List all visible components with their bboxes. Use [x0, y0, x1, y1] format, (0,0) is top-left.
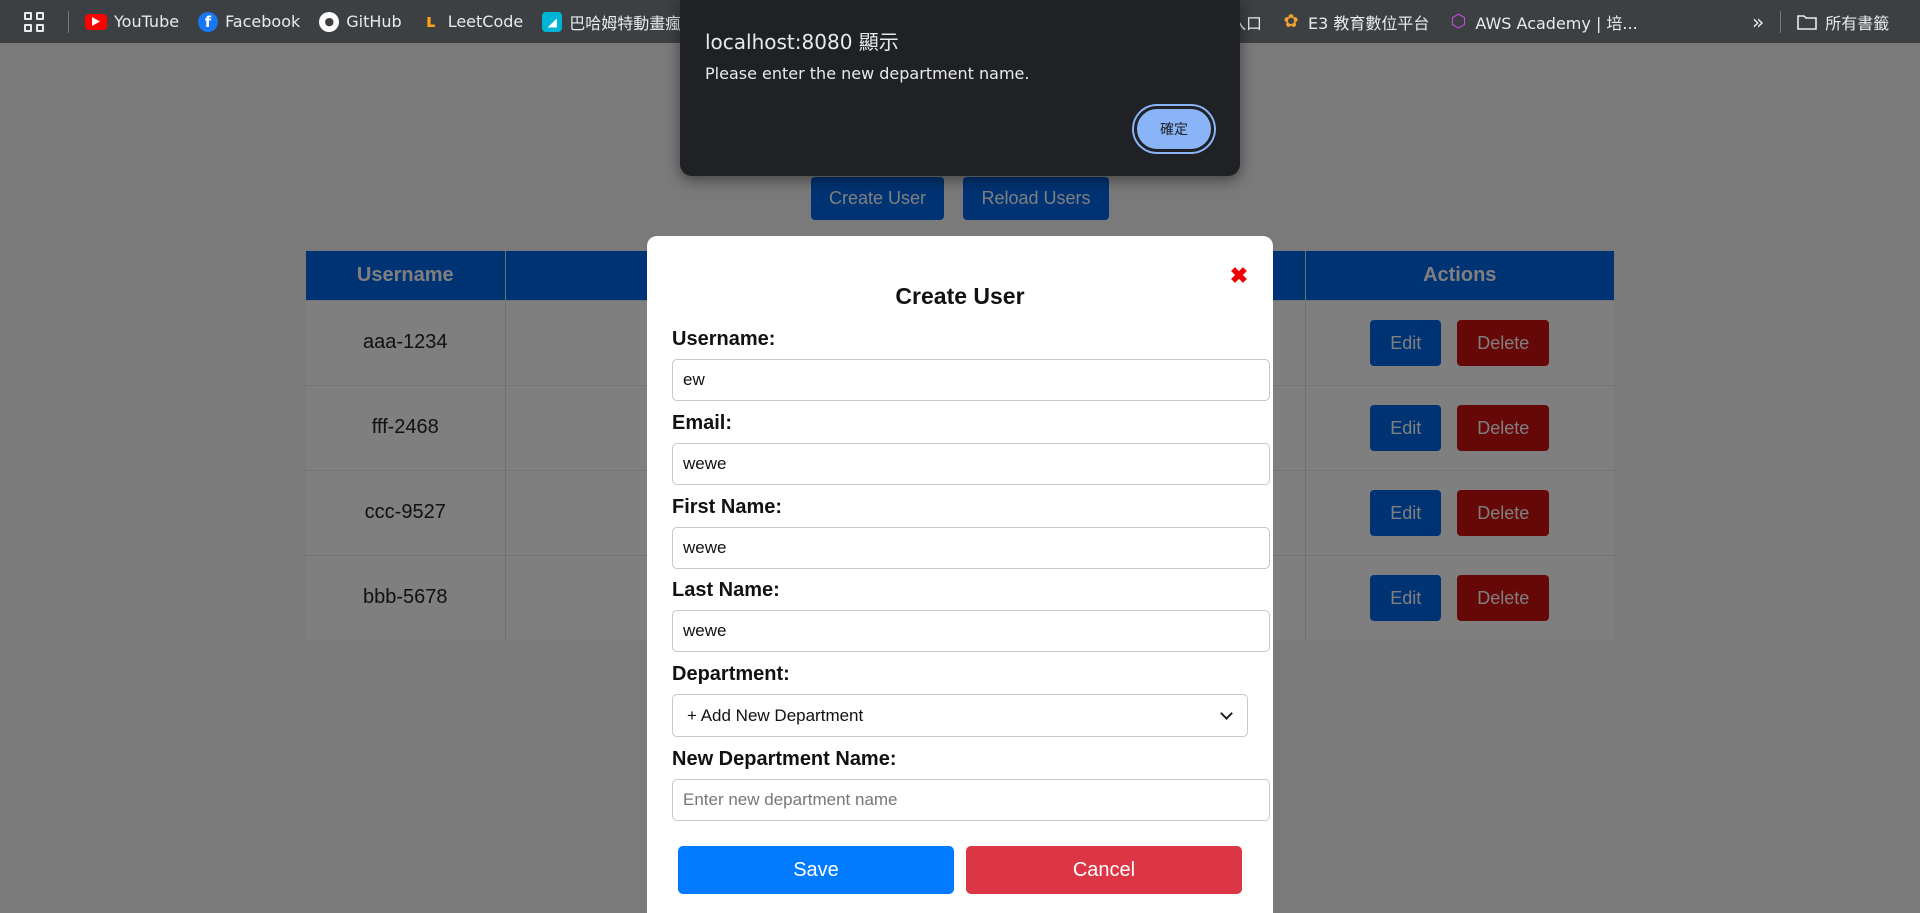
- all-bookmarks-label: 所有書籤: [1825, 13, 1890, 33]
- bookmark-label: E3 教育數位平台: [1308, 13, 1430, 33]
- bookmark-aws-academy[interactable]: ⬡ AWS Academy | 培...: [1448, 10, 1638, 34]
- alert-ok-button[interactable]: 確定: [1134, 106, 1214, 152]
- chevron-double-right-icon[interactable]: »: [1752, 10, 1764, 34]
- bookmark-leetcode[interactable]: ʟ LeetCode: [421, 11, 524, 32]
- username-label: Username:: [672, 328, 776, 350]
- cancel-button[interactable]: Cancel: [966, 846, 1242, 894]
- username-input[interactable]: [672, 359, 1270, 401]
- email-input[interactable]: [672, 443, 1270, 485]
- alert-message: Please enter the new department name.: [705, 64, 1030, 83]
- e3-icon: ✿: [1283, 11, 1299, 32]
- folder-icon: [1797, 14, 1818, 30]
- email-label: Email:: [672, 412, 733, 434]
- last-name-input[interactable]: [672, 610, 1270, 652]
- save-button[interactable]: Save: [678, 846, 954, 894]
- bahamut-icon: ◢: [542, 11, 563, 32]
- bookmark-e3[interactable]: ✿ E3 教育數位平台: [1281, 10, 1429, 34]
- github-icon: ●: [319, 11, 340, 32]
- department-selected-value: + Add New Department: [687, 705, 864, 725]
- bookmark-label: LeetCode: [447, 12, 524, 31]
- aws-academy-icon: ⬡: [1450, 11, 1467, 32]
- first-name-input[interactable]: [672, 527, 1270, 569]
- new-department-label: New Department Name:: [672, 748, 897, 770]
- bookmark-label: AWS Academy | 培...: [1475, 13, 1638, 33]
- bookmarks-divider: [68, 10, 69, 33]
- youtube-icon: [85, 13, 107, 30]
- facebook-icon: f: [198, 11, 219, 32]
- bookmark-label: YouTube: [114, 12, 180, 31]
- bookmark-bahamut[interactable]: ◢ 巴哈姆特動畫瘋: [542, 10, 681, 34]
- modal-title: Create User: [895, 283, 1025, 309]
- bookmark-facebook[interactable]: f Facebook: [198, 11, 301, 32]
- create-user-modal: Create User ✖ Username: Email: First Nam…: [647, 236, 1273, 913]
- department-label: Department:: [672, 663, 790, 685]
- bookmark-label: 巴哈姆特動畫瘋: [569, 13, 682, 33]
- close-icon[interactable]: ✖: [1229, 265, 1249, 287]
- apps-grid-icon[interactable]: [22, 10, 46, 34]
- bookmark-label: Facebook: [225, 12, 301, 31]
- all-bookmarks-button[interactable]: 所有書籤: [1797, 10, 1889, 34]
- new-department-input[interactable]: [672, 779, 1270, 821]
- first-name-label: First Name:: [672, 496, 783, 518]
- alert-title: localhost:8080 顯示: [705, 30, 899, 54]
- bookmark-youtube[interactable]: YouTube: [85, 12, 179, 31]
- bookmarks-divider: [1780, 10, 1782, 33]
- leetcode-icon: ʟ: [425, 11, 436, 32]
- last-name-label: Last Name:: [672, 579, 780, 601]
- department-select[interactable]: + Add New Department: [672, 694, 1248, 737]
- browser-alert-dialog: localhost:8080 顯示 Please enter the new d…: [680, 0, 1240, 176]
- bookmark-github[interactable]: ● GitHub: [319, 11, 402, 32]
- bookmark-label: GitHub: [346, 12, 402, 31]
- chevron-down-icon: [1220, 706, 1233, 720]
